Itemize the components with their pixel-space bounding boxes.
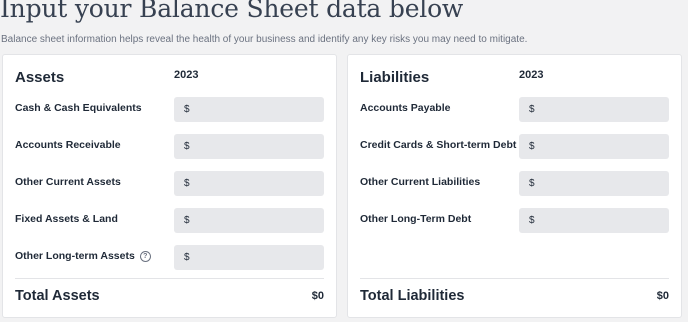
fixed-assets-input[interactable]: $ (174, 208, 324, 233)
currency-symbol: $ (529, 104, 535, 115)
fixed-assets-value[interactable] (193, 215, 304, 226)
other-current-liabilities-label: Other Current Liabilities (360, 176, 481, 188)
liabilities-card: Liabilities 2023 Accounts Payable $ Cred… (347, 54, 682, 318)
total-assets-label: Total Assets (15, 288, 100, 304)
credit-cards-value[interactable] (538, 141, 649, 152)
other-current-liabilities-value[interactable] (538, 178, 649, 189)
liabilities-heading: Liabilities (360, 69, 430, 86)
assets-heading: Assets (15, 69, 65, 86)
other-current-assets-label: Other Current Assets (15, 176, 121, 188)
accounts-payable-value[interactable] (538, 104, 649, 115)
other-long-term-assets-label: Other Long-term Assets (15, 250, 135, 262)
credit-cards-input[interactable]: $ (519, 134, 669, 159)
liabilities-year: 2023 (519, 69, 544, 81)
other-long-term-assets-value[interactable] (193, 252, 304, 263)
accounts-receivable-label: Accounts Receivable (15, 139, 121, 151)
total-assets-value: $0 (311, 290, 324, 302)
other-long-term-debt-label: Other Long-Term Debt (360, 213, 472, 225)
other-long-term-assets-row-label: Other Long-term Assets ? (15, 250, 151, 262)
accounts-receivable-value[interactable] (193, 141, 304, 152)
currency-symbol: $ (184, 178, 190, 189)
divider (360, 278, 669, 279)
cash-input[interactable]: $ (174, 97, 324, 122)
page-subtitle: Balance sheet information helps reveal t… (1, 34, 528, 45)
credit-cards-label: Credit Cards & Short-term Debt (360, 139, 517, 151)
total-liabilities-value: $0 (656, 290, 669, 302)
other-long-term-debt-value[interactable] (538, 215, 649, 226)
currency-symbol: $ (529, 141, 535, 152)
total-liabilities-label: Total Liabilities (360, 288, 465, 304)
other-long-term-debt-input[interactable]: $ (519, 208, 669, 233)
cash-label: Cash & Cash Equivalents (15, 102, 142, 114)
assets-year: 2023 (174, 69, 199, 81)
other-long-term-assets-input[interactable]: $ (174, 245, 324, 270)
divider (15, 278, 324, 279)
currency-symbol: $ (184, 141, 190, 152)
currency-symbol: $ (184, 215, 190, 226)
currency-symbol: $ (184, 104, 190, 115)
accounts-payable-label: Accounts Payable (360, 102, 451, 114)
fixed-assets-label: Fixed Assets & Land (15, 213, 118, 225)
page-title: Input your Balance Sheet data below (0, 0, 464, 23)
accounts-receivable-input[interactable]: $ (174, 134, 324, 159)
other-current-assets-value[interactable] (193, 178, 304, 189)
currency-symbol: $ (529, 178, 535, 189)
help-icon[interactable]: ? (139, 250, 151, 262)
other-current-liabilities-input[interactable]: $ (519, 171, 669, 196)
currency-symbol: $ (184, 252, 190, 263)
currency-symbol: $ (529, 215, 535, 226)
assets-card: Assets 2023 Cash & Cash Equivalents $ Ac… (2, 54, 337, 318)
other-current-assets-input[interactable]: $ (174, 171, 324, 196)
accounts-payable-input[interactable]: $ (519, 97, 669, 122)
cash-value[interactable] (193, 104, 304, 115)
